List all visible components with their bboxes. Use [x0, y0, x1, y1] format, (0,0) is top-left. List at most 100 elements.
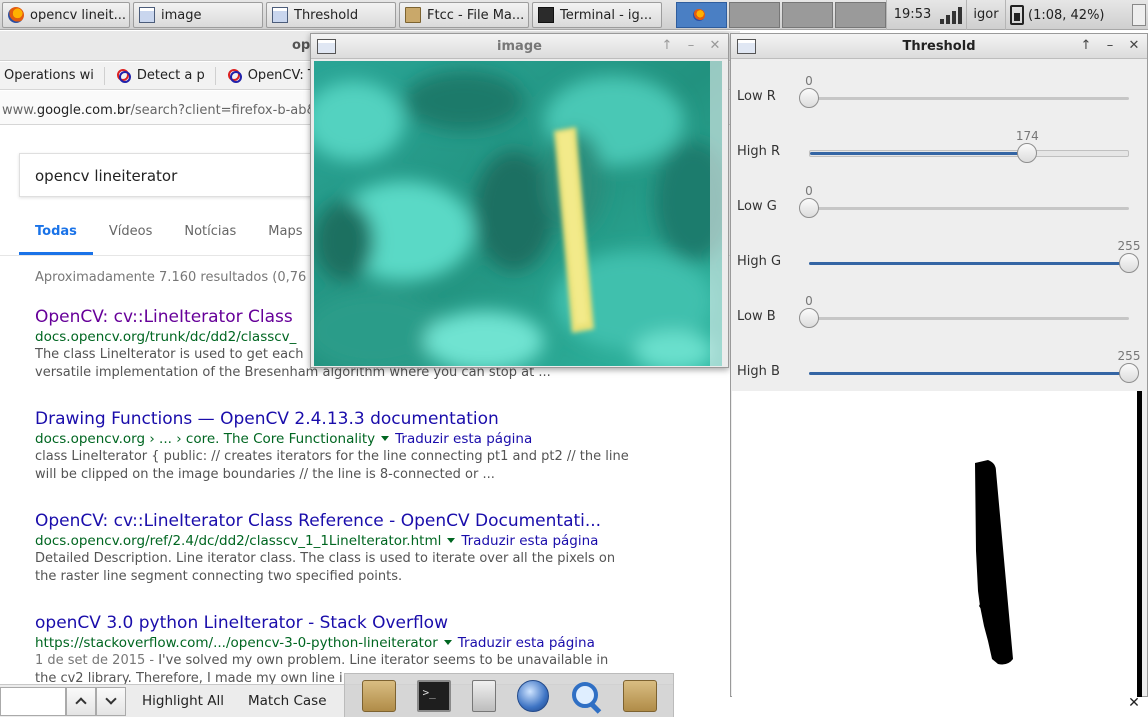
trackbar-label: Low B [737, 309, 776, 324]
trackbar-label: High R [737, 144, 781, 159]
snippet-line: the raster line segment connecting two s… [35, 569, 403, 584]
snippet-line: 1 de set de 2015 - I've solved my own pr… [35, 652, 645, 670]
result-title-link[interactable]: openCV 3.0 python LineIterator - Stack O… [35, 613, 645, 633]
slider-track[interactable] [809, 150, 1129, 157]
result-title-link[interactable]: Drawing Functions — OpenCV 2.4.13.3 docu… [35, 409, 645, 429]
close-icon[interactable]: ✕ [1126, 695, 1142, 711]
search-icon[interactable] [570, 680, 602, 712]
firefox-icon [8, 7, 24, 23]
tab-todas[interactable]: Todas [19, 221, 93, 255]
tab-noticias[interactable]: Notícias [168, 221, 252, 255]
slider-handle[interactable] [1119, 253, 1139, 273]
translate-link[interactable]: Traduzir esta página [461, 533, 598, 549]
result-snippet: Detailed Description. Line iterator clas… [35, 550, 645, 586]
minimize-icon[interactable]: – [1103, 38, 1117, 53]
show-desktop-button[interactable] [1132, 4, 1146, 26]
result-url[interactable]: docs.opencv.org › ... › core. The Core F… [35, 431, 375, 447]
bookmark-item[interactable]: Detect a p [105, 66, 216, 85]
bookmark-label: Operations wi [4, 68, 94, 83]
snippet-line: class LineIterator { public: // creates … [35, 449, 629, 464]
clock[interactable]: 19:53 [886, 0, 938, 30]
user-menu[interactable]: igor [966, 0, 1006, 30]
slider-handle[interactable] [1017, 143, 1038, 163]
bookmark-item[interactable]: Operations wi [0, 66, 105, 85]
slider-handle[interactable] [799, 198, 819, 218]
highlight-all-toggle[interactable]: Highlight All [142, 693, 224, 709]
trackbar-value: 0 [805, 184, 813, 198]
workspace-1[interactable] [676, 2, 727, 28]
result-url[interactable]: https://stackoverflow.com/.../opencv-3-0… [35, 635, 438, 651]
image-window: image ↑ – ✕ [310, 33, 729, 368]
dropdown-arrow-icon[interactable] [447, 538, 456, 543]
result-title-link[interactable]: OpenCV: cv::LineIterator Class Reference… [35, 511, 645, 531]
search-input[interactable]: opencv lineiterator [19, 153, 339, 197]
folder-icon[interactable] [622, 679, 657, 712]
slider-track[interactable] [809, 207, 1129, 210]
taskbar-item-image[interactable]: image [133, 2, 263, 28]
find-next-button[interactable] [96, 686, 126, 716]
opencv-icon [116, 68, 131, 83]
workspace-2[interactable] [729, 2, 780, 28]
result-url[interactable]: docs.opencv.org/ref/2.4/dc/dd2/classcv_1… [35, 533, 441, 549]
search-result: OpenCV: cv::LineIterator Class Reference… [35, 511, 645, 586]
bookmark-label: OpenCV: T [247, 68, 316, 83]
slider-track[interactable] [809, 317, 1129, 320]
slider-handle[interactable] [799, 88, 819, 108]
file-cabinet-icon[interactable] [471, 679, 496, 712]
workspace-switcher[interactable] [676, 2, 886, 28]
slider-fill [809, 262, 1129, 265]
taskbar-item-file-manager[interactable]: Ftcc - File Ma... [399, 2, 529, 28]
globe-icon[interactable] [516, 679, 549, 712]
find-input[interactable] [0, 686, 66, 716]
taskbar-item-terminal[interactable]: Terminal - ig... [532, 2, 662, 28]
tab-videos[interactable]: Vídeos [93, 221, 168, 255]
chevron-down-icon [105, 693, 117, 705]
slider-track[interactable] [809, 372, 1129, 375]
folder-icon [405, 7, 421, 23]
taskbar: opencv lineit... image Threshold Ftcc - … [0, 0, 1148, 30]
trackbar-high-r: High R 174 [731, 122, 1148, 177]
dropdown-arrow-icon[interactable] [443, 640, 452, 645]
trackbar-label: Low G [737, 199, 777, 214]
maximize-icon[interactable]: ↑ [1079, 38, 1093, 53]
trackbar-low-r: Low R 0 [731, 67, 1148, 122]
taskbar-item-threshold[interactable]: Threshold [266, 2, 396, 28]
camera-image-svg [314, 61, 722, 366]
slider-handle[interactable] [799, 308, 819, 328]
dropdown-arrow-icon[interactable] [381, 436, 390, 441]
translate-link[interactable]: Traduzir esta página [395, 431, 532, 447]
task-label: Threshold [294, 7, 359, 23]
close-icon[interactable]: ✕ [1127, 38, 1141, 53]
task-label: Ftcc - File Ma... [427, 7, 525, 23]
tab-maps[interactable]: Maps [252, 221, 318, 255]
battery-indicator[interactable]: (1:08, 42%) [1010, 0, 1130, 30]
maximize-icon[interactable]: ↑ [660, 38, 674, 53]
battery-text: (1:08, 42%) [1028, 7, 1105, 23]
minimize-icon[interactable]: – [684, 38, 698, 53]
folder-icon[interactable] [361, 679, 396, 712]
image-window-titlebar[interactable]: image ↑ – ✕ [311, 34, 728, 59]
workspace-4[interactable] [835, 2, 886, 28]
terminal-icon[interactable] [416, 679, 451, 712]
find-previous-button[interactable] [66, 686, 96, 716]
threshold-window-titlebar[interactable]: Threshold ↑ – ✕ [731, 34, 1147, 59]
threshold-mask-image [732, 391, 1142, 697]
url-prefix: www. [2, 103, 37, 118]
taskbar-item-firefox[interactable]: opencv lineit... [2, 2, 130, 28]
trackbar-value: 255 [1117, 239, 1141, 253]
close-icon[interactable]: ✕ [708, 38, 722, 53]
match-case-toggle[interactable]: Match Case [248, 693, 327, 709]
slider-track[interactable] [809, 97, 1129, 100]
snippet-text: I've solved my own problem. Line iterato… [158, 653, 609, 668]
image-edge [1137, 391, 1142, 697]
result-count: Aproximadamente 7.160 resultados (0,76 [35, 270, 307, 285]
translate-link[interactable]: Traduzir esta página [458, 635, 595, 651]
opencv-icon [227, 68, 242, 83]
network-signal-icon[interactable] [940, 6, 962, 24]
trackbar-value: 255 [1117, 349, 1141, 363]
slider-track[interactable] [809, 262, 1129, 265]
trackbar-label: Low R [737, 89, 776, 104]
mask-svg [975, 460, 1013, 665]
workspace-3[interactable] [782, 2, 833, 28]
slider-handle[interactable] [1119, 363, 1139, 383]
